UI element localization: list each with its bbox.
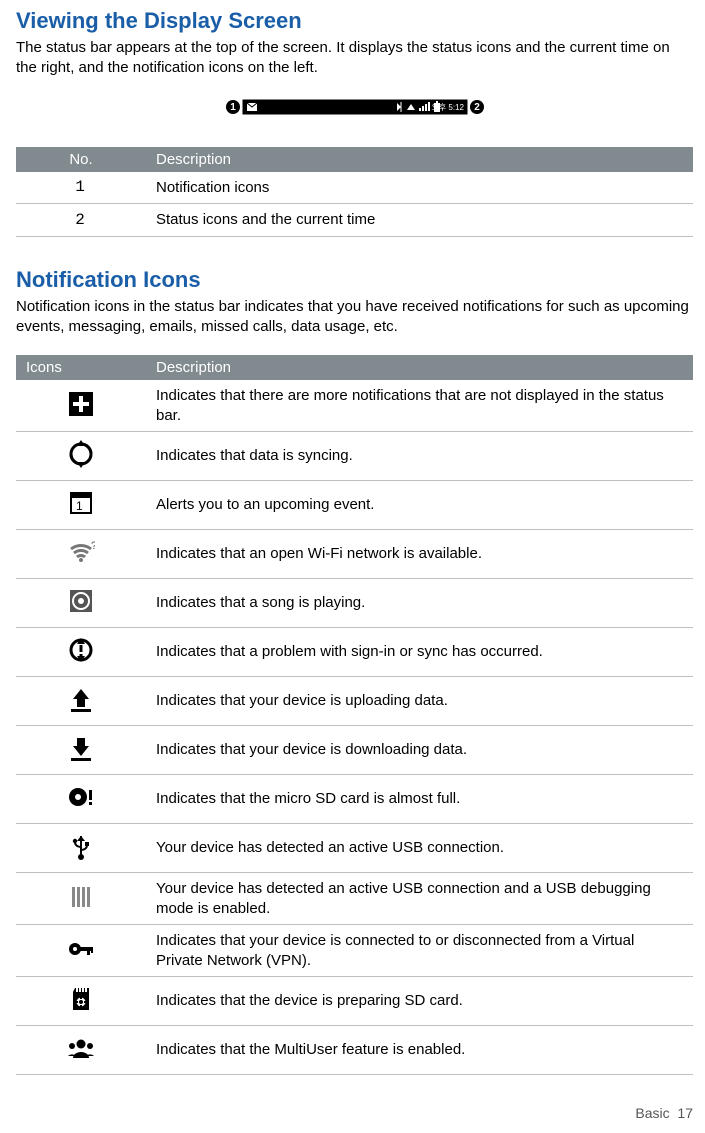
music-icon [16, 579, 146, 628]
icon-desc: Indicates that data is syncing. [146, 432, 693, 481]
icon-desc: Indicates that your device is uploading … [146, 677, 693, 726]
section-title-notif: Notification Icons [16, 267, 693, 293]
table-row: Indicates that your device is uploading … [16, 677, 693, 726]
sd-full-icon [16, 775, 146, 824]
plus-icon [16, 380, 146, 432]
usb-icon [16, 824, 146, 873]
table-row: Indicates that a problem with sign-in or… [16, 628, 693, 677]
svg-text:2: 2 [474, 102, 480, 113]
calendar-icon [16, 481, 146, 530]
icon-desc: Alerts you to an upcoming event. [146, 481, 693, 530]
icon-desc: Your device has detected an active USB c… [146, 873, 693, 925]
icon-desc: Indicates that a problem with sign-in or… [146, 628, 693, 677]
table-row: 1 Notification icons [16, 172, 693, 204]
table-row: Indicates that your device is downloadin… [16, 726, 693, 775]
intro-viewing: The status bar appears at the top of the… [16, 38, 693, 79]
upload-icon [16, 677, 146, 726]
download-icon [16, 726, 146, 775]
usb-debug-icon [16, 873, 146, 925]
table-row: Your device has detected an active USB c… [16, 824, 693, 873]
table-row: Indicates that a song is playing. [16, 579, 693, 628]
table-row: Indicates that an open Wi-Fi network is … [16, 530, 693, 579]
icon-desc: Indicates that the micro SD card is almo… [146, 775, 693, 824]
vpn-key-icon [16, 925, 146, 977]
status-bar-time: 오후 5:12 [431, 103, 464, 112]
icon-desc: Indicates that the MultiUser feature is … [146, 1026, 693, 1075]
multiuser-icon [16, 1026, 146, 1075]
icon-desc: Indicates that a song is playing. [146, 579, 693, 628]
table-row: Indicates that there are more notificati… [16, 380, 693, 432]
icon-desc: Indicates that your device is connected … [146, 925, 693, 977]
sync-error-icon [16, 628, 146, 677]
table-row: Alerts you to an upcoming event. [16, 481, 693, 530]
icon-desc: Indicates that the device is preparing S… [146, 977, 693, 1026]
col-no: No. [16, 147, 146, 172]
table-row: 2 Status icons and the current time [16, 204, 693, 237]
table-row: Indicates that data is syncing. [16, 432, 693, 481]
table-row: Indicates that the device is preparing S… [16, 977, 693, 1026]
intro-notif: Notification icons in the status bar ind… [16, 297, 693, 338]
section-title-viewing: Viewing the Display Screen [16, 8, 693, 34]
icon-desc: Your device has detected an active USB c… [146, 824, 693, 873]
table-numbered-parts: No. Description 1 Notification icons 2 S… [16, 147, 693, 237]
svg-text:1: 1 [230, 102, 236, 113]
icon-desc: Indicates that an open Wi-Fi network is … [146, 530, 693, 579]
icon-desc: Indicates that your device is downloadin… [146, 726, 693, 775]
col-icons: Icons [16, 355, 146, 380]
table-row: Indicates that the MultiUser feature is … [16, 1026, 693, 1075]
sd-prep-icon [16, 977, 146, 1026]
wifi-open-icon [16, 530, 146, 579]
col-desc: Description [146, 147, 693, 172]
icon-desc: Indicates that there are more notificati… [146, 380, 693, 432]
table-notification-icons: Icons Description Indicates that there a… [16, 355, 693, 1075]
status-bar-figure: 1 오후 5:12 2 [16, 97, 693, 121]
col-desc2: Description [146, 355, 693, 380]
page-footer: Basic 17 [16, 1105, 693, 1121]
table-row: Indicates that your device is connected … [16, 925, 693, 977]
table-row: Indicates that the micro SD card is almo… [16, 775, 693, 824]
table-row: Your device has detected an active USB c… [16, 873, 693, 925]
sync-icon [16, 432, 146, 481]
